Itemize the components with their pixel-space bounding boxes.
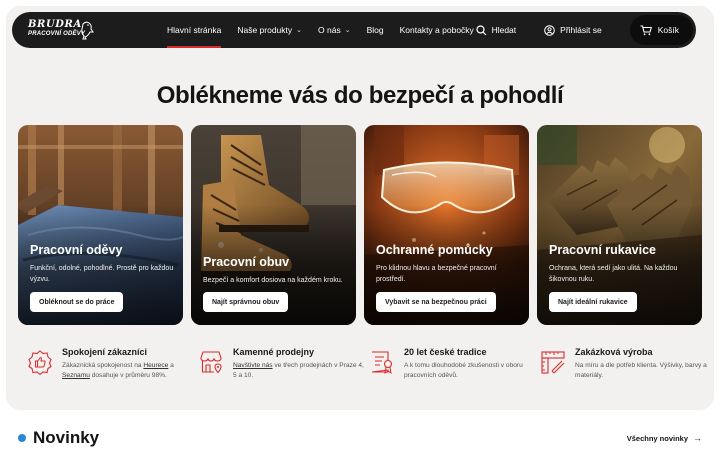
card-button[interactable]: Najít ideální rukavice <box>549 292 637 312</box>
thumbs-up-icon <box>28 350 52 375</box>
heureka-link[interactable]: Heurece <box>143 362 168 369</box>
all-news-label: Všechny novinky <box>626 433 688 443</box>
feature-tradition: 20 let české tradice A k tomu dlouhodobé… <box>369 347 539 387</box>
brand-logo[interactable]: BRUDRA PRACOVNÍ ODĚVY <box>28 19 94 41</box>
cart-icon <box>640 24 652 35</box>
certificate-icon <box>371 351 393 375</box>
menu-label: Blog <box>366 25 384 35</box>
hero-headline: Oblékneme vás do bezpečí a pohodlí <box>156 82 564 109</box>
visit-us-link[interactable]: Navštivte nás <box>233 362 273 369</box>
card-title: Pracovní obuv <box>203 255 290 269</box>
login-button[interactable]: Přihlásit se <box>544 24 602 36</box>
search-icon <box>475 24 487 35</box>
category-card-clothing[interactable]: Pracovní oděvy Funkční, odolné, pohodlné… <box>18 125 183 325</box>
cart-button[interactable]: Košík <box>629 15 693 45</box>
ruler-icon <box>541 351 565 374</box>
top-navbar: BRUDRA PRACOVNÍ ODĚVY Hlavní stránka Naš… <box>12 12 696 48</box>
card-title: Ochranné pomůcky <box>376 243 493 257</box>
feature-desc-text: Zákaznická spokojenost na <box>62 362 144 369</box>
search-button[interactable]: Hledat <box>475 24 517 36</box>
feature-desc: Zákaznická spokojenost na Heurece a Sezn… <box>62 361 197 381</box>
feature-desc-text: a <box>168 362 174 369</box>
menu-item-home[interactable]: Hlavní stránka <box>167 12 222 48</box>
store-icon <box>200 351 222 374</box>
feature-desc: Na míru a dle potřeb klienta. Výšivky, b… <box>575 362 707 379</box>
menu-label: Hlavní stránka <box>167 25 222 35</box>
arrow-right-icon: → <box>693 433 702 443</box>
card-button[interactable]: Najít správnou obuv <box>203 292 289 312</box>
main-menu: Hlavní stránka Naše produkty ⌄ O nás ⌄ Blo… <box>167 12 490 48</box>
user-icon <box>544 24 555 36</box>
card-button[interactable]: Vybavit se na bezpečnou práci <box>376 292 496 312</box>
news-dot <box>18 434 26 442</box>
card-title: Pracovní oděvy <box>30 243 123 257</box>
feature-custom-production: Zakázková výroba Na míru a dle potřeb kl… <box>540 347 710 387</box>
menu-item-products[interactable]: Naše produkty ⌄ <box>237 12 302 48</box>
seznam-link[interactable]: Seznamu <box>62 372 90 379</box>
card-button[interactable]: Obléknout se do práce <box>30 292 124 312</box>
card-desc: Funkční, odolné, pohodlné. Prostě pro ka… <box>30 265 174 283</box>
search-label: Hledat <box>491 25 517 35</box>
cart-label: Košík <box>657 25 679 35</box>
menu-item-blog[interactable]: Blog <box>367 12 384 48</box>
feature-title: Spokojení zákazníci <box>62 347 148 357</box>
nav-actions: Hledat Přihlásit se Košík <box>475 12 696 48</box>
menu-label: Kontakty a pobočky <box>399 25 474 35</box>
login-label: Přihlásit se <box>560 25 602 35</box>
feature-title: Kamenné prodejny <box>233 347 315 357</box>
menu-item-contacts[interactable]: Kontakty a pobočky <box>400 12 474 48</box>
menu-item-about[interactable]: O nás ⌄ <box>318 12 351 48</box>
card-desc: Bezpečí a komfort dosiova na každém krok… <box>203 277 343 284</box>
feature-title: Zakázková výroba <box>575 347 653 357</box>
category-card-gloves[interactable]: Pracovní rukavice Ochrana, která sedí ja… <box>537 125 702 325</box>
feature-satisfied-customers: Spokojení zákazníci Zákaznická spokojeno… <box>27 347 197 387</box>
menu-label: O nás <box>318 25 341 35</box>
bird-logo-icon <box>81 21 94 40</box>
feature-desc-text: dosahuje v průměru 98%. <box>89 372 167 379</box>
card-desc: Ochrana, která sedí jako ulitá. Na každo… <box>549 265 678 283</box>
feature-desc: A k tomu dlouhodobé zkušenosti v oboru p… <box>404 362 523 379</box>
all-news-link[interactable]: Všechny novinky → <box>627 433 702 443</box>
category-card-protective[interactable]: Ochranné pomůcky Pro klidnou hlavu a bez… <box>364 125 529 325</box>
chevron-down-icon: ⌄ <box>344 27 351 34</box>
card-desc: Pro klidnou hlavu a bezpečné pracovní pr… <box>376 265 497 283</box>
feature-stores: Kamenné prodejny Navštivte nás ve třech … <box>198 347 368 387</box>
category-card-footwear[interactable]: Pracovní obuv Bezpečí a komfort dosiova … <box>191 125 356 325</box>
menu-label: Naše produkty <box>237 25 293 35</box>
chevron-down-icon: ⌄ <box>296 27 303 34</box>
feature-title: 20 let české tradice <box>404 347 487 357</box>
news-title: Novinky <box>33 428 100 447</box>
card-title: Pracovní rukavice <box>549 243 657 257</box>
feature-desc: Navštivte nás ve třech prodejnách v Praz… <box>233 361 368 381</box>
